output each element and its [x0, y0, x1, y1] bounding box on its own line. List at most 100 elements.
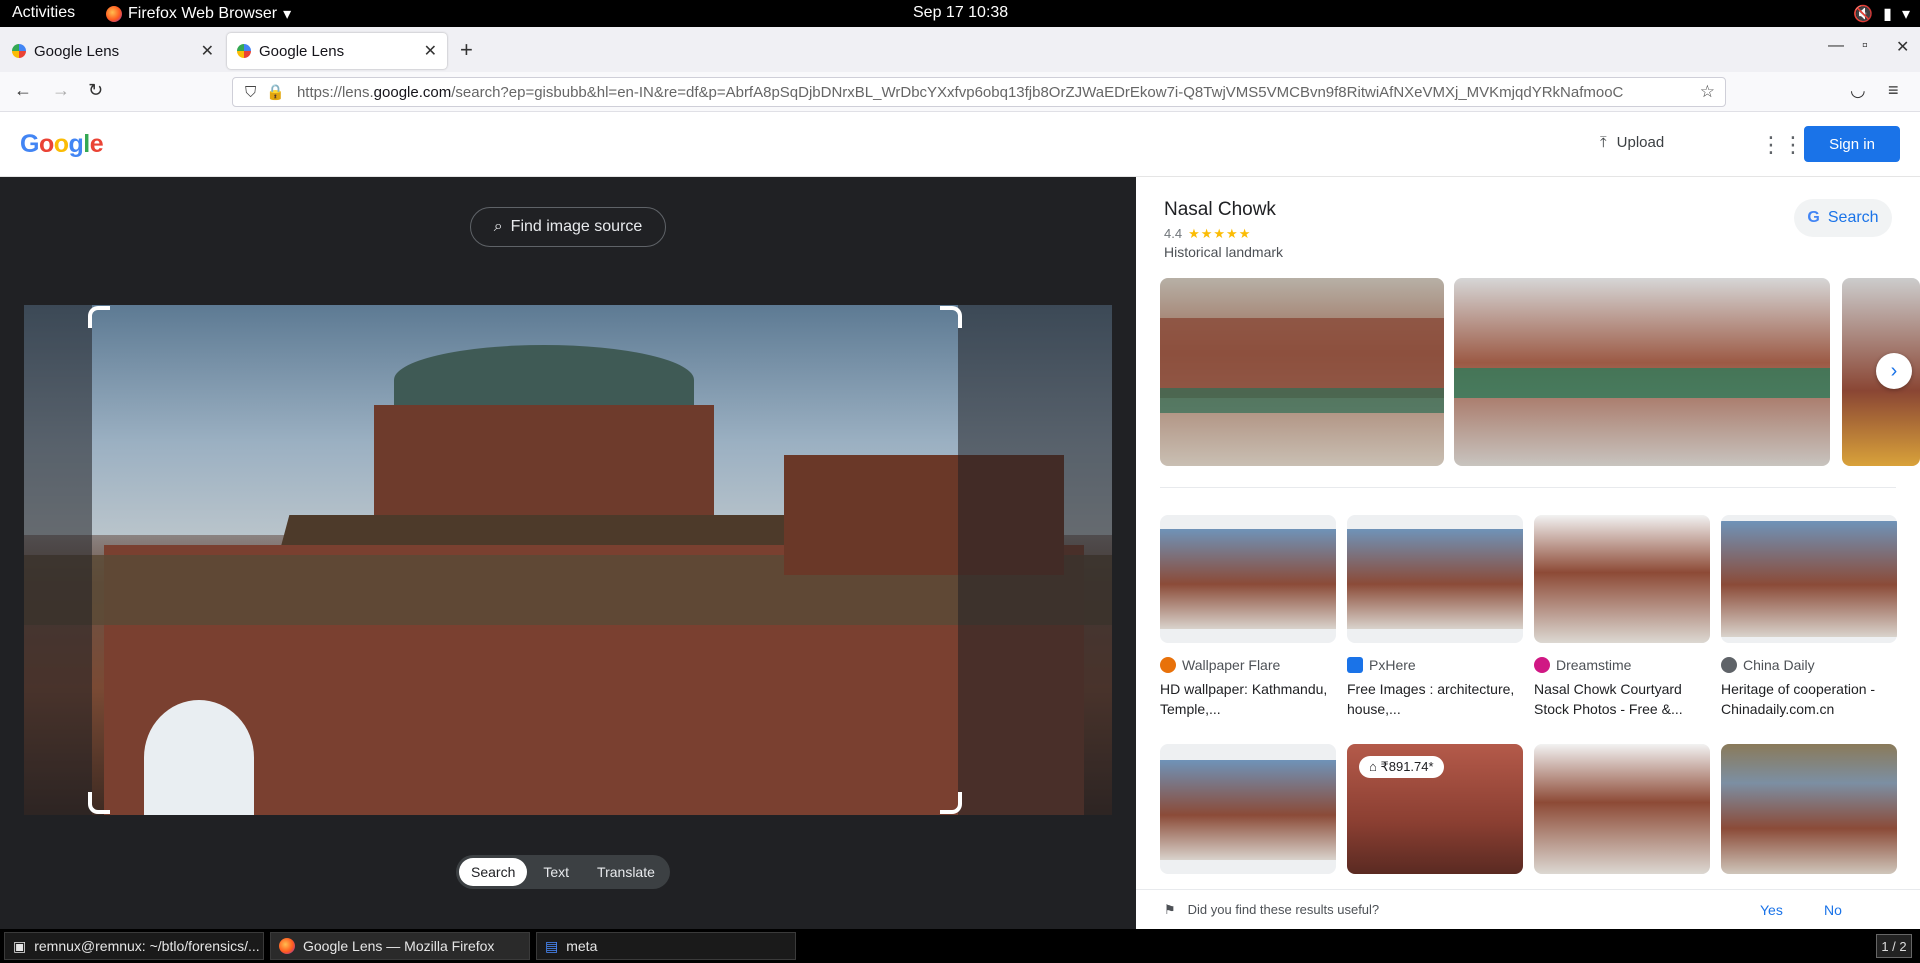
maximize-icon[interactable]: ▫ [1862, 37, 1868, 55]
result-title[interactable]: HD wallpaper: Kathmandu, Temple,... [1160, 679, 1336, 719]
minimize-icon[interactable]: — [1828, 37, 1844, 55]
system-tray[interactable]: 🔇 ▮ ▾ [1853, 4, 1910, 24]
result-thumbnail[interactable]: ⌂ ₹891.74* [1347, 744, 1523, 874]
thumb-image [1347, 529, 1523, 629]
knowledge-type: Historical landmark [1164, 244, 1284, 260]
result-source-name: PxHere [1369, 657, 1416, 673]
crop-handle-top-right[interactable] [940, 306, 962, 328]
result-title[interactable]: Free Images : architecture, house,... [1347, 679, 1523, 719]
url-bar[interactable]: ⛉ 🔒 https://lens. google.com/search?ep=gi… [232, 77, 1726, 107]
google-header: Google ⤒ Upload ⋮⋮ Sign in [0, 112, 1920, 177]
url-domain: google.com [373, 83, 452, 101]
tab-google-lens-2[interactable]: Google Lens ✕ [227, 33, 447, 69]
feedback-no-button[interactable]: No [1824, 902, 1842, 918]
query-image[interactable] [24, 305, 1112, 815]
knowledge-image-1[interactable] [1160, 278, 1444, 466]
google-apps-grid-icon[interactable]: ⋮⋮ [1760, 132, 1804, 158]
mode-search[interactable]: Search [459, 858, 528, 886]
result-thumbnail[interactable] [1534, 515, 1710, 643]
pocket-icon[interactable]: ◡ [1850, 80, 1866, 101]
mode-text[interactable]: Text [531, 858, 581, 886]
image-green-windows [1454, 368, 1830, 398]
result-title[interactable]: Heritage of cooperation - Chinadaily.com… [1721, 679, 1897, 719]
result-title[interactable]: Nasal Chowk Courtyard Stock Photos - Fre… [1534, 679, 1710, 719]
feedback-yes-button[interactable]: Yes [1760, 902, 1783, 918]
result-source[interactable]: Wallpaper Flare [1160, 657, 1336, 673]
result-thumbnail[interactable] [1721, 744, 1897, 874]
result-card[interactable]: China Daily Heritage of cooperation - Ch… [1721, 515, 1897, 719]
power-menu-icon: ▾ [1901, 6, 1910, 23]
crop-handle-bottom-left[interactable] [88, 792, 110, 814]
price-tag[interactable]: ⌂ ₹891.74* [1359, 756, 1444, 778]
knowledge-image-2[interactable] [1454, 278, 1830, 466]
find-image-source-label: Find image source [510, 218, 643, 235]
forward-arrow-icon[interactable]: → [52, 80, 70, 101]
knowledge-title[interactable]: Nasal Chowk [1164, 199, 1276, 221]
clock[interactable]: Sep 17 10:38 [913, 4, 1008, 22]
battery-icon: ▮ [1883, 6, 1892, 23]
result-card[interactable] [1534, 744, 1710, 874]
result-thumbnail[interactable] [1347, 515, 1523, 643]
result-source[interactable]: China Daily [1721, 657, 1897, 673]
thumb-image [1160, 529, 1336, 629]
result-source[interactable]: PxHere [1347, 657, 1523, 673]
result-thumbnail[interactable] [1160, 515, 1336, 643]
rating-stars-icon: ★★★★★ [1188, 226, 1252, 241]
back-arrow-icon[interactable]: ← [14, 80, 32, 101]
result-thumbnail[interactable] [1534, 744, 1710, 874]
tracking-shield-icon[interactable]: ⛉ [245, 84, 256, 101]
result-card[interactable] [1160, 744, 1336, 874]
google-g-icon: G [1807, 209, 1820, 226]
text-editor-icon: ▤ [545, 937, 559, 954]
tab-google-lens-1[interactable]: Google Lens ✕ [2, 33, 224, 69]
hamburger-menu-icon[interactable]: ≡ [1888, 80, 1899, 101]
mode-translate[interactable]: Translate [585, 858, 667, 886]
wallpaper-flare-favicon-icon [1160, 657, 1176, 673]
carousel-next-chevron-icon[interactable]: › [1876, 353, 1912, 389]
sign-in-button[interactable]: Sign in [1804, 126, 1900, 162]
find-image-source-button[interactable]: ⌕ Find image source [470, 207, 666, 247]
activities-button[interactable]: Activities [12, 4, 75, 22]
result-card[interactable]: Dreamstime Nasal Chowk Courtyard Stock P… [1534, 515, 1710, 719]
result-thumbnail[interactable] [1160, 744, 1336, 874]
result-card[interactable]: ⌂ ₹891.74* [1347, 744, 1523, 874]
firefox-icon [106, 6, 122, 22]
app-menu[interactable]: Firefox Web Browser ▾ [106, 4, 291, 24]
close-tab-icon[interactable]: ✕ [424, 41, 437, 61]
logo-letter: o [38, 130, 54, 158]
lock-icon[interactable]: 🔒 [266, 83, 285, 101]
tab-title: Google Lens [259, 42, 345, 60]
taskbar-firefox[interactable]: Google Lens — Mozilla Firefox [270, 932, 530, 960]
result-card[interactable]: PxHere Free Images : architecture, house… [1347, 515, 1523, 719]
taskbar-terminal[interactable]: ▣ remnux@remnux: ~/btlo/forensics/... [4, 932, 264, 960]
taskbar-meta[interactable]: ▤ meta [536, 932, 796, 960]
logo-letter: o [53, 130, 69, 158]
url-rest: /search?ep=gisbubb&hl=en-IN&re=df&p=Abrf… [451, 83, 1624, 101]
upload-icon: ⤒ [1600, 134, 1607, 151]
thumb-image [1160, 760, 1336, 860]
tab-title: Google Lens [34, 42, 120, 60]
result-card[interactable]: Wallpaper Flare HD wallpaper: Kathmandu,… [1160, 515, 1336, 719]
system-top-bar: Activities Firefox Web Browser ▾ Sep 17 … [0, 0, 1920, 27]
taskbar-label: meta [566, 938, 598, 954]
terminal-icon: ▣ [13, 937, 27, 954]
reload-icon[interactable]: ↻ [88, 80, 103, 101]
thumb-image [1721, 521, 1897, 637]
feedback-question-text: Did you find these results useful? [1187, 902, 1380, 917]
google-logo[interactable]: Google [20, 130, 104, 159]
workspace-pager[interactable]: 1 / 2 [1876, 934, 1912, 958]
result-thumbnail[interactable] [1721, 515, 1897, 643]
crop-handle-bottom-right[interactable] [940, 792, 962, 814]
close-window-icon[interactable]: ✕ [1896, 37, 1909, 57]
dreamstime-favicon-icon [1534, 657, 1550, 673]
bookmark-star-icon[interactable]: ☆ [1695, 82, 1715, 102]
lens-image-viewer: ⌕ Find image source Search Text Translat… [0, 177, 1136, 929]
crop-handle-top-left[interactable] [88, 306, 110, 328]
new-tab-plus-icon[interactable]: + [460, 37, 473, 63]
google-search-button[interactable]: G Search [1794, 199, 1892, 237]
result-card[interactable] [1721, 744, 1897, 874]
result-source[interactable]: Dreamstime [1534, 657, 1710, 673]
upload-button[interactable]: ⤒ Upload [1600, 134, 1664, 151]
close-tab-icon[interactable]: ✕ [201, 41, 214, 61]
visual-matches-panel: Nasal Chowk 4.4 ★★★★★ Historical landmar… [1136, 177, 1920, 929]
